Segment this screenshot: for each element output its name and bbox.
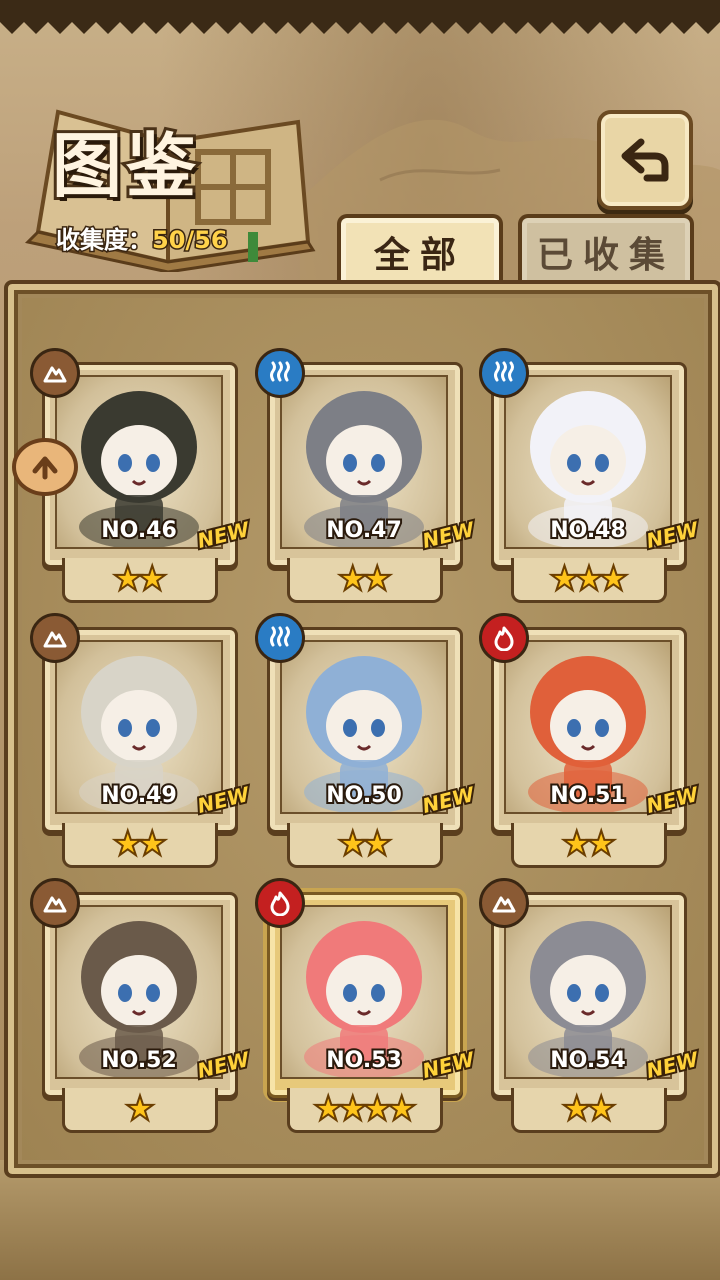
rarity-star-icon: ★: [361, 824, 394, 864]
card-frame: NO.53 NEW: [267, 892, 478, 1098]
torn-edge-top: [0, 0, 720, 34]
monster-portrait: NO.53: [280, 905, 448, 1079]
monster-portrait: NO.46: [55, 375, 223, 549]
monster-portrait: NO.47: [280, 375, 448, 549]
card-frame: NO.51 NEW: [491, 627, 702, 833]
monster-card[interactable]: NO.47 NEW ★ ★: [255, 348, 478, 603]
rarity-stars: ★ ★: [514, 1088, 664, 1130]
scroll-marker-button[interactable]: [12, 438, 78, 496]
rarity-stars: ★ ★ ★ ★: [290, 1088, 440, 1130]
monster-portrait: NO.50: [280, 640, 448, 814]
monster-portrait: NO.49: [55, 640, 223, 814]
rarity-stars: ★: [65, 1088, 215, 1130]
rarity-plate: ★ ★ ★ ★: [287, 1088, 443, 1133]
rarity-plate: ★ ★: [287, 823, 443, 868]
monster-portrait: NO.54: [504, 905, 672, 1079]
monster-card[interactable]: NO.49 NEW ★ ★: [30, 613, 253, 868]
rarity-star-icon: ★: [136, 559, 169, 599]
back-arrow-icon: [621, 138, 669, 182]
rarity-plate: ★ ★: [62, 823, 218, 868]
water-element-icon: [255, 613, 305, 663]
monster-card[interactable]: NO.51 NEW ★ ★: [479, 613, 702, 868]
rarity-plate: ★ ★: [287, 558, 443, 603]
bottom-backdrop: [0, 1160, 720, 1280]
collection-progress: 收集度：50/56: [55, 220, 230, 256]
fire-element-icon: [479, 613, 529, 663]
rarity-star-icon: ★: [361, 559, 394, 599]
bestiary-screen: { "header": { "title": "图鉴", "collect_la…: [0, 0, 720, 1280]
monster-portrait: NO.52: [55, 905, 223, 1079]
rarity-stars: ★ ★ ★: [514, 558, 664, 600]
rarity-stars: ★ ★: [514, 823, 664, 865]
earth-element-icon: [30, 613, 80, 663]
rarity-star-icon: ★: [585, 824, 618, 864]
side-arrow-icon: [32, 456, 58, 480]
rarity-star-icon: ★: [597, 559, 630, 599]
tab-all[interactable]: 全部: [337, 214, 503, 286]
fire-element-icon: [255, 878, 305, 928]
earth-element-icon: [30, 348, 80, 398]
rarity-stars: ★ ★: [65, 558, 215, 600]
rarity-star-icon: ★: [124, 1089, 157, 1129]
rarity-stars: ★ ★: [290, 558, 440, 600]
card-frame: NO.49 NEW: [42, 627, 253, 833]
rarity-plate: ★ ★ ★: [511, 558, 667, 603]
rarity-star-icon: ★: [585, 1089, 618, 1129]
rarity-stars: ★ ★: [65, 823, 215, 865]
monster-card[interactable]: NO.52 NEW ★: [30, 878, 253, 1133]
back-button[interactable]: [597, 110, 693, 210]
monster-portrait: NO.51: [504, 640, 672, 814]
card-frame: NO.48 NEW: [491, 362, 702, 568]
card-frame: NO.52 NEW: [42, 892, 253, 1098]
monster-card[interactable]: NO.53 NEW ★ ★ ★ ★: [255, 878, 478, 1133]
water-element-icon: [255, 348, 305, 398]
water-element-icon: [479, 348, 529, 398]
card-frame: NO.47 NEW: [267, 362, 478, 568]
collection-value: 50/56: [151, 225, 230, 256]
rarity-plate: ★ ★: [511, 1088, 667, 1133]
card-frame: NO.54 NEW: [491, 892, 702, 1098]
monster-card[interactable]: NO.54 NEW ★ ★: [479, 878, 702, 1133]
monster-card[interactable]: NO.48 NEW ★ ★ ★: [479, 348, 702, 603]
rarity-plate: ★: [62, 1088, 218, 1133]
rarity-plate: ★ ★: [511, 823, 667, 868]
monster-card[interactable]: NO.50 NEW ★ ★: [255, 613, 478, 868]
card-frame: NO.50 NEW: [267, 627, 478, 833]
rarity-star-icon: ★: [385, 1089, 418, 1129]
earth-element-icon: [30, 878, 80, 928]
rarity-stars: ★ ★: [290, 823, 440, 865]
tab-collected[interactable]: 已收集: [518, 214, 694, 286]
rarity-plate: ★ ★: [62, 558, 218, 603]
earth-element-icon: [479, 878, 529, 928]
collection-label: 收集度：: [55, 225, 154, 256]
page-title: 图鉴: [49, 122, 200, 210]
rarity-star-icon: ★: [136, 824, 169, 864]
monster-portrait: NO.48: [504, 375, 672, 549]
